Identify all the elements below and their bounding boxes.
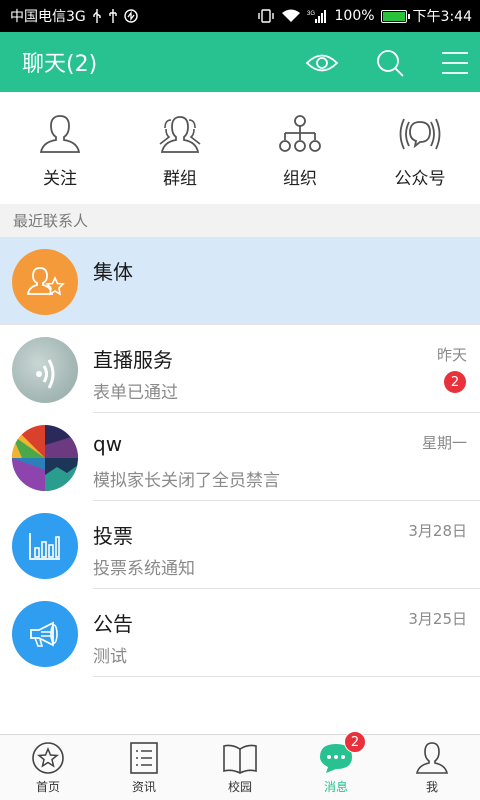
- category-label: 关注: [43, 169, 77, 189]
- conversation-row[interactable]: 直播服务 表单已通过 昨天 2: [0, 325, 480, 413]
- category-bar: 关注 群组 组织 公众号: [0, 92, 480, 204]
- conversation-row[interactable]: 投票 投票系统通知 3月28日: [0, 501, 480, 589]
- tab-label: 首页: [35, 780, 60, 794]
- status-bar: 中国电信3G 3G 100% 下午3:44: [0, 0, 480, 32]
- megaphone-icon: [12, 601, 78, 667]
- tab-label: 消息: [323, 780, 348, 794]
- book-icon: [223, 744, 257, 774]
- status-right: 3G 100% 下午3:44: [257, 6, 472, 26]
- conversation-preview: 模拟家长关闭了全员禁言: [93, 471, 280, 491]
- search-icon[interactable]: [373, 46, 407, 80]
- conversation-time: 星期一: [421, 434, 467, 452]
- bottom-tab-bar: 首页 资讯 校园 消息 2 我: [0, 731, 480, 800]
- conversation-time: 3月25日: [408, 610, 467, 628]
- star-circle-icon: [32, 742, 64, 774]
- person-icon: [39, 115, 81, 153]
- tab-label: 我: [425, 780, 438, 794]
- usb-debug-icon: [108, 9, 118, 23]
- tab-news[interactable]: 资讯: [96, 735, 192, 800]
- page-title: 聊天(2): [22, 52, 98, 77]
- conversation-preview: 测试: [93, 647, 127, 667]
- conversation-row[interactable]: qw 模拟家长关闭了全员禁言 星期一: [0, 413, 480, 501]
- conversation-preview: 投票系统通知: [93, 559, 195, 579]
- vibrate-icon: [257, 9, 275, 23]
- tab-unread-badge: 2: [344, 731, 366, 753]
- category-label: 群组: [163, 169, 197, 189]
- menu-icon[interactable]: [438, 46, 472, 80]
- battery-percent: 100%: [334, 8, 375, 24]
- usb-icon: [92, 9, 102, 23]
- unread-badge: 2: [444, 371, 466, 393]
- conversation-preview: 表单已通过: [93, 383, 178, 403]
- broadcast-icon: [399, 118, 441, 150]
- category-follow[interactable]: 关注: [0, 92, 120, 204]
- collective-icon: [12, 249, 78, 315]
- category-public-accounts[interactable]: 公众号: [360, 92, 480, 204]
- conversation-list: 集体 直播服务 表单已通过 昨天 2 qw 模拟家长关闭了全员禁言 星期一 投票…: [0, 237, 480, 677]
- battery-icon: [380, 9, 410, 23]
- tab-label: 资讯: [131, 780, 156, 794]
- conversation-name: qw: [93, 432, 123, 456]
- conversation-row[interactable]: 公告 测试 3月25日: [0, 589, 480, 677]
- status-left: 中国电信3G: [10, 6, 138, 26]
- app-header: 聊天(2): [0, 32, 480, 92]
- bar-chart-icon: [12, 513, 78, 579]
- org-chart-icon: [279, 115, 321, 152]
- recent-contacts-label: 最近联系人: [0, 204, 480, 237]
- live-service-icon: [12, 337, 78, 403]
- category-groups[interactable]: 群组: [120, 92, 240, 204]
- cell-signal-icon: 3G: [307, 9, 329, 23]
- tab-home[interactable]: 首页: [0, 735, 96, 800]
- conversation-name: 投票: [93, 524, 133, 548]
- clock: 下午3:44: [412, 9, 472, 25]
- conversation-name: 集体: [93, 260, 133, 284]
- sync-icon: [124, 9, 138, 23]
- carrier-label: 中国电信3G: [10, 9, 86, 25]
- svg-text:3G: 3G: [307, 11, 315, 17]
- conversation-name: 公告: [93, 612, 133, 636]
- category-label: 公众号: [394, 169, 446, 189]
- eye-icon[interactable]: [305, 46, 339, 80]
- group-icon: [159, 116, 201, 153]
- category-org[interactable]: 组织: [240, 92, 360, 204]
- tab-me[interactable]: 我: [384, 735, 480, 800]
- tab-messages[interactable]: 消息 2: [288, 731, 384, 800]
- photo-collage-avatar: [12, 425, 78, 491]
- tab-campus[interactable]: 校园: [192, 735, 288, 800]
- conversation-name: 直播服务: [93, 348, 173, 372]
- user-icon: [415, 742, 449, 774]
- tab-label: 校园: [227, 780, 252, 794]
- conversation-row[interactable]: 集体: [0, 237, 480, 325]
- category-label: 组织: [283, 169, 317, 189]
- news-list-icon: [130, 742, 158, 774]
- wifi-icon: [281, 9, 301, 23]
- row-divider: [93, 676, 480, 677]
- conversation-time: 3月28日: [408, 522, 467, 540]
- conversation-time: 昨天: [436, 346, 467, 364]
